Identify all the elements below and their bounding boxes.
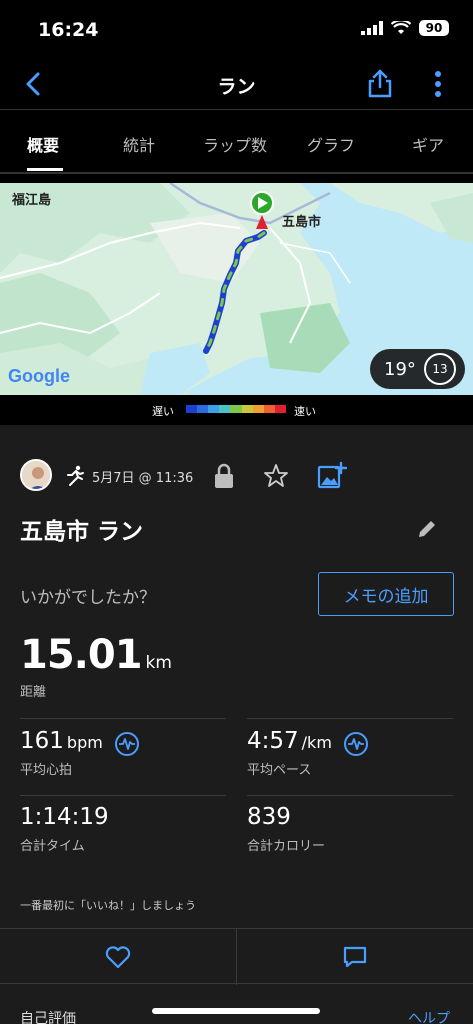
divider — [20, 795, 226, 796]
legend-color-segment — [263, 405, 275, 413]
legend-color-segment — [230, 405, 242, 413]
activity-title: 五島市 ラン — [20, 519, 144, 545]
nav-title: ラン — [217, 76, 256, 98]
pace-label: 平均ペース — [247, 763, 312, 778]
distance-label: 距離 — [20, 685, 47, 700]
legend-color-segment — [252, 405, 264, 413]
self-evaluation-heading: 自己評価 — [20, 1011, 76, 1024]
nav-bar: ラン — [0, 58, 473, 110]
distance-value: 15.01 — [20, 632, 143, 678]
add-memo-button[interactable]: メモの追加 — [318, 572, 454, 616]
total-time-label: 合計タイム — [20, 839, 85, 854]
heart-rate-stat[interactable]: 161 bpm — [20, 728, 140, 757]
edit-pencil-icon[interactable] — [416, 518, 438, 540]
heart-rate-value: 161 — [20, 728, 64, 754]
divider — [247, 718, 453, 719]
avatar[interactable] — [20, 459, 52, 491]
status-time: 16:24 — [38, 19, 99, 41]
calories-value: 839 — [247, 804, 291, 830]
pace-stat[interactable]: 4:57/km — [247, 728, 369, 757]
map-label-island: 福江島 — [12, 193, 52, 208]
wifi-icon — [391, 21, 411, 34]
google-logo: Google — [8, 366, 70, 387]
status-bar: 16:24 90 — [0, 0, 473, 58]
active-tab-indicator — [27, 168, 63, 171]
help-link[interactable]: ヘルプ — [408, 1008, 450, 1024]
legend-fast-label: 速い — [294, 405, 316, 418]
divider — [247, 795, 453, 796]
weather-badge: 19° 13 — [370, 349, 465, 389]
distance-stat: 15.01 km — [20, 632, 172, 678]
tab-overview[interactable]: 概要 — [27, 132, 59, 156]
like-heart-icon[interactable] — [105, 945, 131, 969]
lock-icon[interactable] — [213, 463, 235, 489]
activity-meta-row: 5月7日 @ 11:36 — [20, 459, 460, 493]
social-action-bar — [0, 928, 473, 985]
status-icons: 90 — [361, 20, 449, 36]
distance-unit: km — [145, 653, 172, 673]
divider — [20, 718, 226, 719]
feeling-question: いかがでしたか？ — [20, 588, 156, 608]
home-indicator[interactable] — [152, 1008, 320, 1014]
pace-legend: 遅い 速い — [0, 395, 473, 425]
legend-color-segment — [186, 405, 198, 413]
temperature: 19° — [384, 358, 416, 380]
signal-icon — [361, 21, 383, 35]
pace-zone-icon[interactable] — [343, 731, 369, 757]
legend-color-segment — [274, 405, 286, 413]
wind-speed: 13 — [424, 353, 456, 385]
tab-gear[interactable]: ギア — [412, 132, 444, 156]
heart-rate-zone-icon[interactable] — [114, 731, 140, 757]
add-photo-icon[interactable] — [317, 461, 347, 489]
tab-bar: 概要 統計 ラップ数 グラフ ギア — [0, 110, 473, 174]
divider — [236, 929, 237, 985]
calories-stat: 839 — [247, 804, 291, 830]
more-menu-icon[interactable] — [430, 70, 446, 98]
tab-graph[interactable]: グラフ — [307, 132, 355, 156]
google-logo-text: Google — [8, 366, 70, 386]
calories-label: 合計カロリー — [247, 839, 326, 854]
comment-icon[interactable] — [342, 945, 368, 969]
total-time-stat: 1:14:19 — [20, 804, 109, 830]
like-prompt: 一番最初に「いいね！」しましょう — [20, 899, 196, 912]
total-time-value: 1:14:19 — [20, 804, 109, 830]
legend-color-segment — [208, 405, 220, 413]
heart-rate-label: 平均心拍 — [20, 763, 73, 778]
pace-unit: /km — [301, 733, 332, 752]
battery-indicator: 90 — [419, 20, 449, 36]
legend-color-segment — [219, 405, 231, 413]
star-icon[interactable] — [263, 463, 289, 489]
route-map[interactable]: 福江島 五島市 Google 19° 13 — [0, 183, 473, 395]
heart-rate-unit: bpm — [66, 733, 103, 752]
pace-value: 4:57 — [247, 728, 299, 754]
activity-date: 5月7日 @ 11:36 — [92, 471, 194, 486]
share-icon[interactable] — [366, 68, 394, 98]
legend-slow-label: 遅い — [152, 405, 174, 418]
tab-laps[interactable]: ラップ数 — [203, 132, 267, 156]
legend-color-segment — [241, 405, 253, 413]
tab-stats[interactable]: 統計 — [123, 132, 155, 156]
map-label-city: 五島市 — [282, 215, 322, 230]
running-icon — [67, 465, 84, 486]
legend-color-bar — [186, 405, 286, 413]
legend-color-segment — [197, 405, 209, 413]
